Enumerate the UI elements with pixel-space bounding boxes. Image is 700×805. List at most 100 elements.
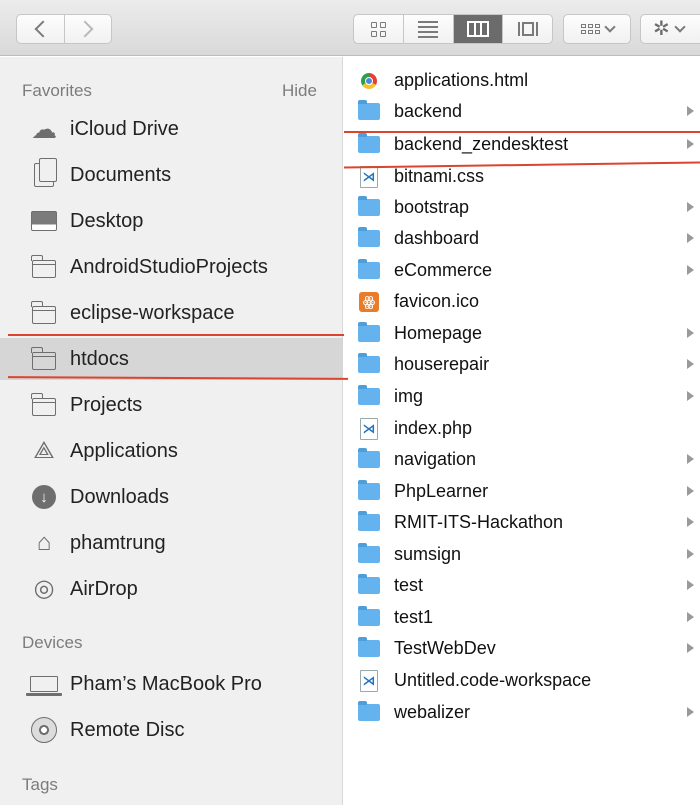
disclosure-arrow-icon [687,707,694,717]
column-view-icon [466,21,489,37]
folder-icon [358,100,380,123]
list-view-icon [418,18,439,41]
sidebar-item-label: Desktop [70,209,144,232]
view-mode-group [353,14,553,44]
sidebar-item-icloud-drive[interactable]: ☁ iCloud Drive [0,108,343,150]
file-row-test[interactable]: test [344,570,700,601]
file-row-dashboard[interactable]: dashboard [344,223,700,254]
folder-icon [30,299,58,327]
folder-icon [358,701,380,724]
sidebar-item-androidstudioprojects[interactable]: AndroidStudioProjects [0,246,343,288]
file-row-backend[interactable]: backend [344,96,700,127]
applications-icon: ⟁ [33,437,55,464]
back-forward-group [16,14,112,44]
file-name: webalizer [394,702,471,722]
file-row-backend-zendesktest[interactable]: backend_zendesktest [344,129,700,160]
action-button[interactable]: ✲ [640,14,700,44]
file-row-sumsign[interactable]: sumsign [344,539,700,570]
icon-view-icon [370,21,386,37]
tags-heading: Tags [22,775,58,794]
hide-favorites-link[interactable]: Hide [282,81,317,101]
sidebar-item-downloads[interactable]: ↓ Downloads [0,476,343,518]
file-row-untitled-code-workspace[interactable]: ⋊ Untitled.code-workspace [344,665,700,696]
file-name: backend [394,101,463,121]
sidebar-item-label: Downloads [70,485,169,508]
forward-button[interactable] [63,15,112,43]
sidebar-item-documents[interactable]: Documents [0,154,343,196]
folder-icon [358,133,380,156]
disclosure-arrow-icon [687,454,694,464]
folder-icon [358,637,380,660]
arrange-icon [580,24,600,34]
file-row-webalizer[interactable]: webalizer [344,697,700,728]
file-row-applications-html[interactable]: applications.html [344,65,700,96]
folder-icon [358,196,380,219]
file-name: img [394,386,424,406]
cover-flow-button[interactable] [502,15,552,43]
sidebar-item-label: iCloud Drive [70,117,179,140]
icon-view-button[interactable] [354,15,403,43]
folder-icon [358,227,380,250]
arrange-button[interactable] [563,14,631,44]
sidebar-item-label: Projects [70,393,143,416]
sidebar-item-projects[interactable]: Projects [0,384,343,426]
file-row-test1[interactable]: test1 [344,602,700,633]
sidebar-item-phamtrung[interactable]: ⌂ phamtrung [0,522,343,564]
file-row-img[interactable]: img [344,381,700,412]
folder-icon [358,543,380,566]
folder-icon [358,511,380,534]
file-row-index-php[interactable]: ⋊ index.php [344,413,700,444]
sidebar-item-airdrop[interactable]: ◎ AirDrop [0,568,343,610]
disclosure-arrow-icon [687,265,694,275]
sidebar-item-eclipse-workspace[interactable]: eclipse-workspace [0,292,343,334]
file-row-favicon-ico[interactable]: ꙮ favicon.ico [344,286,700,317]
documents-icon [30,158,58,189]
disclosure-arrow-icon [687,517,694,527]
file-name: test [394,575,424,595]
file-row-ecommerce[interactable]: eCommerce [344,255,700,286]
file-row-bootstrap[interactable]: bootstrap [344,192,700,223]
chrome-file-icon [358,70,380,92]
file-row-rmit-its-hackathon[interactable]: RMIT-ITS-Hackathon [344,507,700,538]
folder-icon [30,391,58,419]
file-row-navigation[interactable]: navigation [344,444,700,475]
sidebar-item-remote-disc[interactable]: Remote Disc [0,709,343,751]
chevron-down-icon [603,21,616,33]
file-row-phplearner[interactable]: PhpLearner [344,476,700,507]
folder-icon [358,480,380,503]
file-name: test1 [394,607,434,627]
file-name: sumsign [394,544,462,564]
sidebar-item-macbook-pro[interactable]: Pham’s MacBook Pro [0,663,343,705]
cloud-icon: ☁ [31,114,57,144]
folder-icon [358,448,380,471]
file-row-houserepair[interactable]: houserepair [344,349,700,380]
folder-icon [358,385,380,408]
file-name: dashboard [394,228,480,248]
sidebar-item-htdocs[interactable]: htdocs [0,338,343,380]
list-view-button[interactable] [402,15,453,43]
favorites-heading: Favorites [22,81,92,100]
sidebar-item-label: Remote Disc [70,718,185,741]
disclosure-arrow-icon [687,233,694,243]
disclosure-arrow-icon [687,486,694,496]
file-row-testwebdev[interactable]: TestWebDev [344,633,700,664]
file-name: Homepage [394,323,483,343]
column-view-button[interactable] [452,15,503,43]
disclosure-arrow-icon [687,612,694,622]
annotation-line-htdocs-top [8,334,344,336]
sidebar-item-applications[interactable]: ⟁ Applications [0,430,343,472]
back-button[interactable] [17,15,64,43]
file-column: applications.html backend backend_zendes… [344,57,700,805]
folder-icon [30,253,58,281]
vscode-file-icon: ⋊ [358,165,380,188]
disclosure-arrow-icon [687,359,694,369]
file-name: PhpLearner [394,481,489,501]
downloads-icon: ↓ [30,483,58,511]
disclosure-arrow-icon [687,580,694,590]
vscode-file-icon: ⋊ [358,669,380,692]
disclosure-arrow-icon [687,328,694,338]
folder-icon [358,322,380,345]
file-row-homepage[interactable]: Homepage [344,318,700,349]
sidebar-item-desktop[interactable]: Desktop [0,200,343,242]
file-name: navigation [394,449,477,469]
